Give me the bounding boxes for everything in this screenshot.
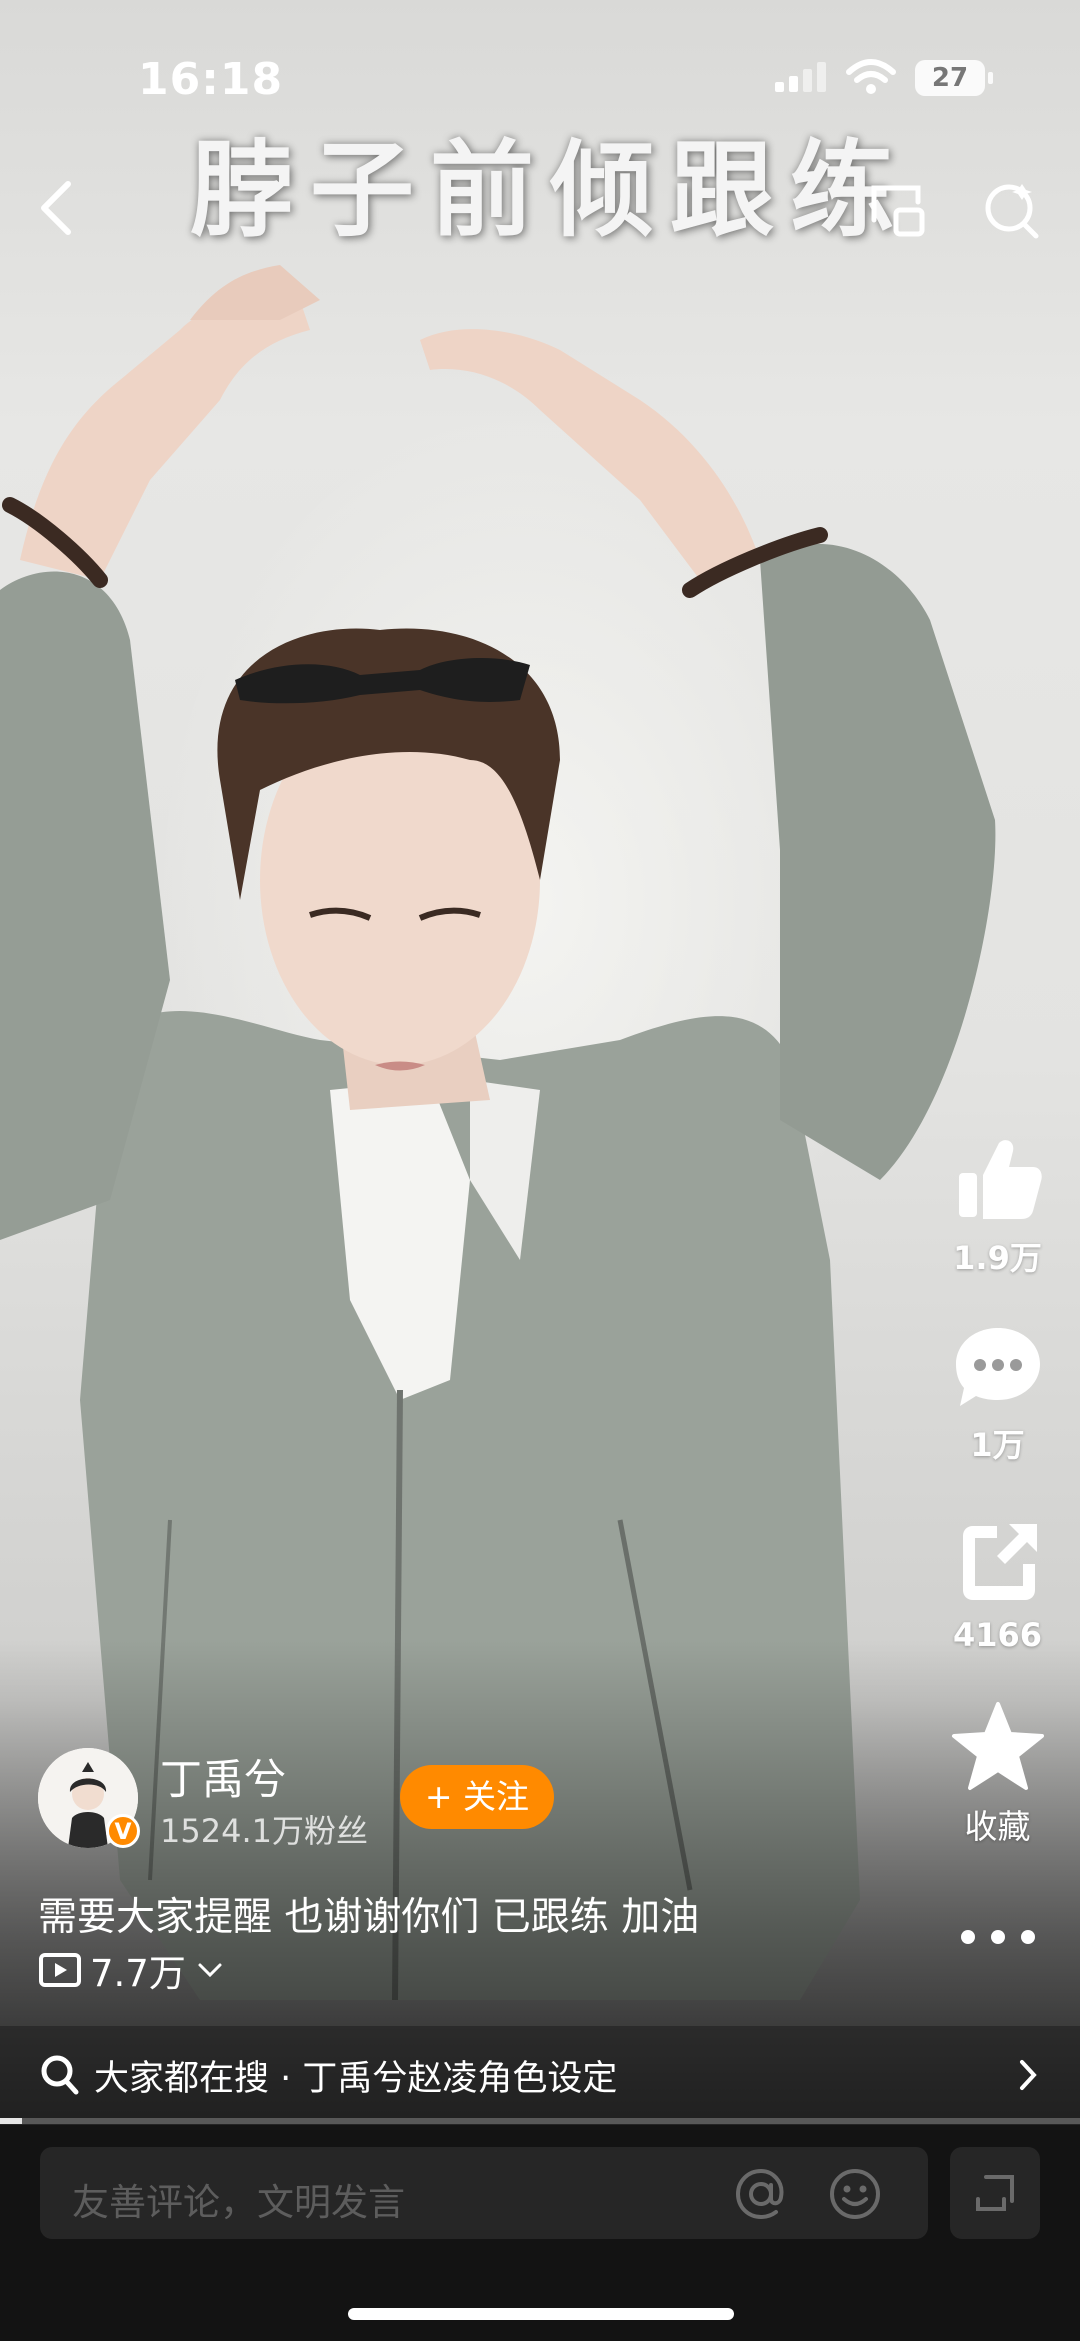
home-indicator[interactable] [348, 2308, 734, 2320]
share-button[interactable]: 4166 [940, 1518, 1055, 1654]
mention-at-icon[interactable] [734, 2167, 788, 2221]
video-progress-bar[interactable] [0, 2118, 1080, 2124]
favorite-label: 收藏 [964, 1807, 1031, 1846]
comment-count: 1万 [970, 1426, 1025, 1464]
more-options-icon[interactable] [958, 1925, 1038, 1949]
comment-button[interactable]: 1万 [940, 1322, 1055, 1466]
video-progress-fill [0, 2118, 22, 2124]
share-count: 4166 [952, 1616, 1043, 1654]
chevron-down-icon [198, 1963, 222, 1978]
video-overlay-title: 脖子前倾跟练 [190, 129, 911, 251]
expand-button[interactable] [950, 2147, 1040, 2239]
like-count: 1.9万 [953, 1239, 1042, 1277]
related-search-bar[interactable]: 大家都在搜 · 丁禹兮赵凌角色设定 [0, 2026, 1080, 2124]
search-icon [41, 2055, 79, 2095]
emoji-icon[interactable] [828, 2167, 882, 2221]
favorite-button[interactable]: 收藏 [940, 1700, 1055, 1848]
wifi-icon [846, 59, 896, 94]
share-icon [962, 1524, 1037, 1600]
play-box-icon [39, 1953, 81, 1987]
view-count-row[interactable]: 7.7万 [38, 1943, 224, 1997]
follow-button[interactable]: + 关注 [400, 1765, 554, 1829]
search-icon[interactable] [982, 178, 1042, 240]
status-time: 16:18 [138, 54, 284, 105]
author-fans-count: 1524.1万粉丝 [160, 1812, 368, 1850]
thumbs-up-icon [958, 1140, 1042, 1219]
author-name[interactable]: 丁禹兮 [160, 1746, 286, 1807]
comment-placeholder: 友善评论，文明发言 [72, 2181, 405, 2224]
expand-icon [976, 2175, 1014, 2211]
verified-badge: V [106, 1814, 140, 1848]
picture-in-picture-icon[interactable] [868, 180, 928, 240]
chevron-right-icon [1020, 2060, 1037, 2090]
related-search-text: 大家都在搜 · 丁禹兮赵凌角色设定 [94, 2059, 618, 2099]
comment-input[interactable]: 友善评论，文明发言 [40, 2147, 928, 2239]
comment-bubble-icon [955, 1328, 1040, 1406]
star-icon [951, 1702, 1044, 1790]
like-button[interactable]: 1.9万 [940, 1135, 1055, 1279]
view-count: 7.7万 [90, 1952, 186, 1995]
back-arrow-icon[interactable] [36, 178, 76, 238]
post-caption[interactable]: 需要大家提醒 也谢谢你们 已跟练 加油 [38, 1886, 699, 1942]
cellular-signal-icon [775, 62, 826, 92]
battery-indicator: 27 [915, 60, 993, 96]
